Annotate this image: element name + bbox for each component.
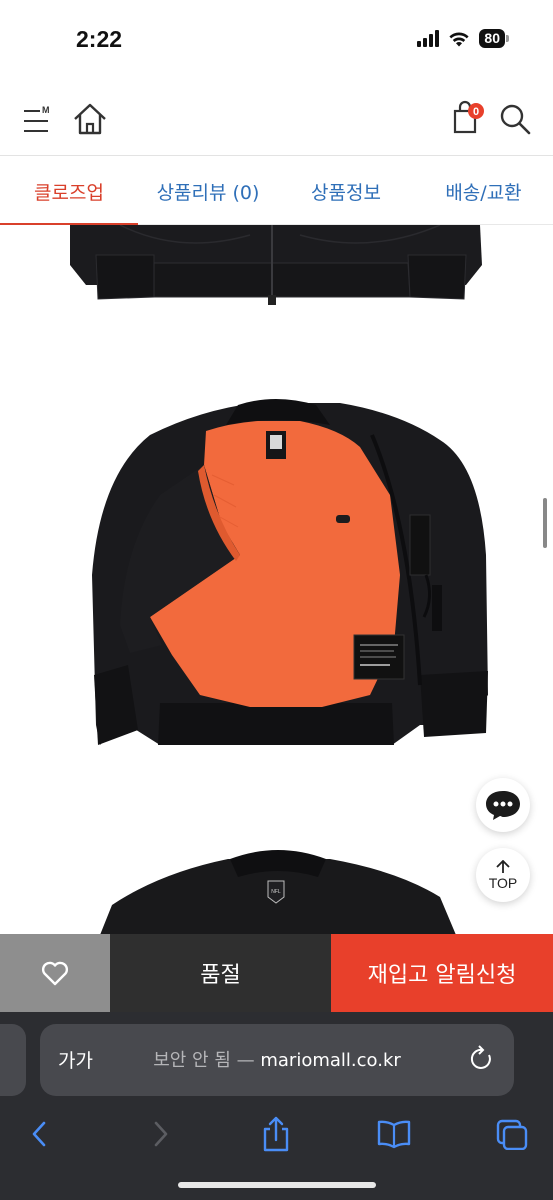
status-icons: 80: [417, 29, 509, 48]
soldout-label: 품절: [110, 934, 331, 1012]
svg-text:M: M: [42, 105, 50, 115]
scroll-top-label: TOP: [488, 874, 518, 891]
cart-count: 0: [473, 106, 479, 118]
status-bar: 2:22 80: [0, 0, 553, 82]
menu-m-icon: M: [24, 105, 50, 132]
home-button[interactable]: [72, 102, 108, 136]
browser-chrome: 가가 보안 안 됨 — mariomall.co.kr: [0, 1012, 553, 1200]
url-display: 보안 안 됨 — mariomall.co.kr: [40, 1046, 514, 1072]
heart-icon: [41, 961, 69, 986]
restock-alert-button[interactable]: 재입고 알림신청: [331, 934, 553, 1012]
tab-reviews[interactable]: 상품리뷰 (0): [138, 157, 278, 225]
back-button[interactable]: [20, 1114, 60, 1154]
bookmarks-icon: [377, 1120, 411, 1149]
menu-button[interactable]: M: [22, 102, 52, 134]
previous-tab-peek[interactable]: [0, 1024, 26, 1096]
home-icon: [74, 103, 106, 135]
wishlist-button[interactable]: [0, 934, 110, 1012]
reload-icon: [470, 1045, 491, 1069]
forward-icon: [154, 1121, 168, 1147]
chat-bubble-icon: [486, 791, 520, 820]
jacket-back-image: NFL: [100, 850, 456, 935]
search-button[interactable]: [498, 102, 532, 136]
product-detail-images: NFL: [0, 225, 553, 935]
battery-icon: 80: [479, 29, 509, 48]
bookmarks-button[interactable]: [374, 1114, 414, 1154]
site-header: M 0: [0, 82, 553, 156]
search-icon: [500, 104, 531, 135]
cart-button[interactable]: 0: [452, 100, 486, 136]
svg-text:NFL: NFL: [271, 889, 281, 895]
url-domain: mariomall.co.kr: [260, 1050, 401, 1071]
chat-button[interactable]: [476, 778, 530, 832]
tabs-button[interactable]: [492, 1114, 532, 1154]
jacket-open-lining-image: [92, 399, 488, 745]
browser-toolbar: [0, 1100, 553, 1168]
jacket-bottom-image: [70, 225, 482, 305]
signal-icon: [417, 30, 440, 47]
forward-button[interactable]: [140, 1114, 180, 1154]
back-icon: [32, 1121, 46, 1147]
page-scrollbar[interactable]: [543, 498, 547, 548]
detail-tabs: 클로즈업 상품리뷰 (0) 상품정보 배송/교환: [0, 157, 553, 226]
share-button[interactable]: [256, 1114, 296, 1154]
page: 2:22 80 M 0 클로즈업 상품리뷰 (0) 상품정보 배송/교환 NFL…: [0, 0, 553, 1200]
reload-button[interactable]: [468, 1044, 496, 1074]
arrow-up-icon: [496, 859, 510, 873]
tab-closeup[interactable]: 클로즈업: [0, 157, 138, 226]
address-bar[interactable]: 가가 보안 안 됨 — mariomall.co.kr: [40, 1024, 514, 1096]
insecure-label: 보안 안 됨 —: [153, 1050, 255, 1071]
tab-shipping-exchange[interactable]: 배송/교환: [414, 157, 553, 225]
battery-level: 80: [479, 29, 505, 48]
tabs-icon: [496, 1119, 528, 1150]
home-indicator: [178, 1182, 376, 1188]
shopping-bag-icon: 0: [453, 100, 484, 134]
purchase-action-bar: 품절 재입고 알림신청: [0, 934, 553, 1012]
share-icon: [263, 1116, 289, 1152]
wifi-icon: [449, 32, 470, 46]
scroll-top-button[interactable]: TOP: [476, 848, 530, 902]
status-time: 2:22: [76, 26, 123, 52]
tab-product-info[interactable]: 상품정보: [278, 157, 414, 225]
